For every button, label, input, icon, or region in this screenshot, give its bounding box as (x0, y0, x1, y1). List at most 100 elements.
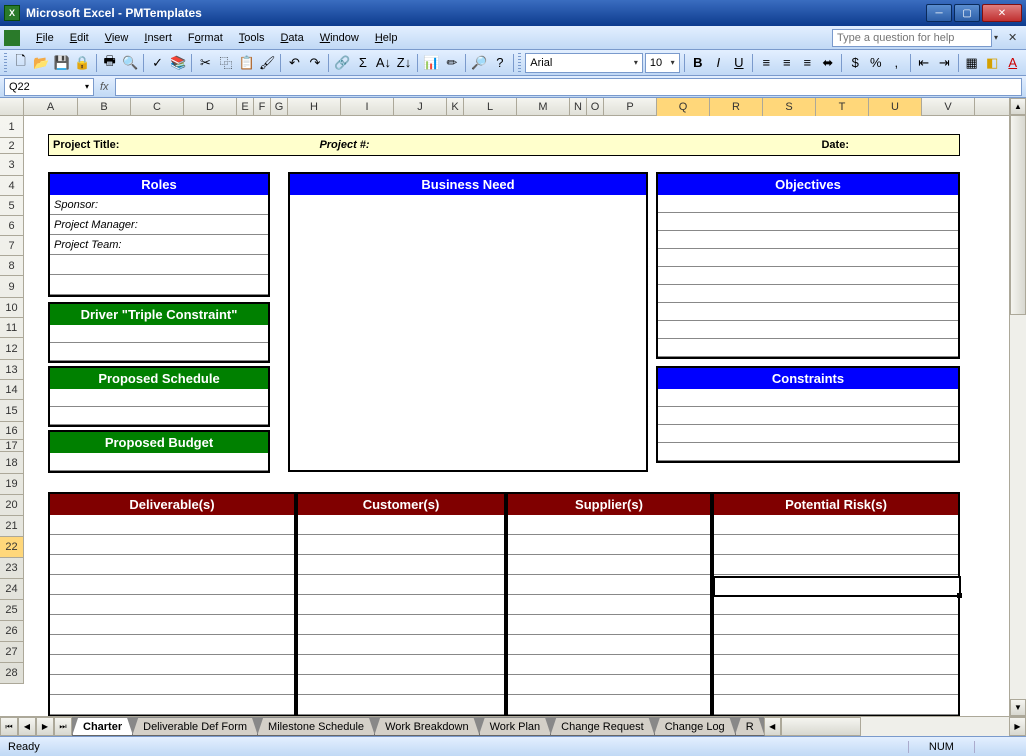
permission-icon[interactable]: 🔒 (73, 52, 92, 74)
column-header-D[interactable]: D (184, 98, 237, 116)
sheet-tab-r[interactable]: R (735, 718, 765, 736)
pm-row[interactable]: Project Manager: (50, 215, 268, 235)
help-icon[interactable]: ? (491, 52, 510, 74)
sheet-tab-work-plan[interactable]: Work Plan (479, 718, 552, 736)
column-header-U[interactable]: U (869, 98, 922, 116)
open-icon[interactable]: 📂 (32, 52, 51, 74)
help-dropdown-icon[interactable]: ▾ (992, 33, 1004, 42)
percent-icon[interactable]: % (867, 52, 886, 74)
column-header-I[interactable]: I (341, 98, 394, 116)
spelling-icon[interactable]: ✓ (148, 52, 167, 74)
project-header[interactable]: Project Title: Project #: Date: (48, 134, 960, 156)
tab-nav-first-icon[interactable]: ⏮ (0, 717, 18, 736)
print-preview-icon[interactable]: 🔍 (121, 52, 140, 74)
row-header-24[interactable]: 24 (0, 579, 24, 600)
row-header-18[interactable]: 18 (0, 452, 24, 474)
align-center-icon[interactable]: ≡ (778, 52, 797, 74)
drawing-icon[interactable]: ✏ (443, 52, 462, 74)
sheet-tab-change-request[interactable]: Change Request (550, 718, 655, 736)
row-header-20[interactable]: 20 (0, 495, 24, 516)
cut-icon[interactable]: ✂ (196, 52, 215, 74)
sheet-tab-work-breakdown[interactable]: Work Breakdown (374, 718, 480, 736)
column-header-P[interactable]: P (604, 98, 657, 116)
row-header-15[interactable]: 15 (0, 400, 24, 422)
row-header-5[interactable]: 5 (0, 196, 24, 216)
row-header-25[interactable]: 25 (0, 600, 24, 621)
column-header-K[interactable]: K (447, 98, 464, 116)
help-search-input[interactable] (832, 29, 992, 47)
column-header-Q[interactable]: Q (657, 98, 710, 116)
column-header-S[interactable]: S (763, 98, 816, 116)
row-header-13[interactable]: 13 (0, 360, 24, 380)
schedule-box[interactable]: Proposed Schedule (48, 366, 270, 427)
customers-box[interactable]: Customer(s) (296, 492, 506, 716)
column-header-O[interactable]: O (587, 98, 604, 116)
redo-icon[interactable]: ↷ (306, 52, 325, 74)
row-header-21[interactable]: 21 (0, 516, 24, 537)
close-button[interactable]: ✕ (982, 4, 1022, 22)
copy-icon[interactable]: ⿻ (217, 52, 236, 74)
menu-window[interactable]: Window (312, 29, 367, 47)
constraints-box[interactable]: Constraints (656, 366, 960, 463)
sort-asc-icon[interactable]: A↓ (374, 52, 393, 74)
name-box[interactable]: Q22▾ (4, 78, 94, 96)
scroll-left-icon[interactable]: ◀ (764, 717, 781, 736)
row-header-16[interactable]: 16 (0, 422, 24, 440)
select-all-corner[interactable] (0, 98, 24, 116)
scroll-up-icon[interactable]: ▲ (1010, 98, 1026, 115)
row-header-2[interactable]: 2 (0, 138, 24, 154)
merge-center-icon[interactable]: ⬌ (819, 52, 838, 74)
cells-area[interactable]: Project Title: Project #: Date: Roles Sp… (24, 116, 1009, 684)
bold-icon[interactable]: B (689, 52, 708, 74)
row-header-10[interactable]: 10 (0, 298, 24, 318)
new-icon[interactable]: 🗋 (11, 52, 30, 74)
row-header-4[interactable]: 4 (0, 176, 24, 196)
column-header-G[interactable]: G (271, 98, 288, 116)
sheet-tab-deliverable-def-form[interactable]: Deliverable Def Form (132, 718, 258, 736)
row-header-14[interactable]: 14 (0, 380, 24, 400)
menu-data[interactable]: Data (272, 29, 311, 47)
row-header-1[interactable]: 1 (0, 116, 24, 138)
menu-format[interactable]: Format (180, 29, 231, 47)
column-header-N[interactable]: N (570, 98, 587, 116)
menu-tools[interactable]: Tools (231, 29, 273, 47)
sheet-tab-change-log[interactable]: Change Log (654, 718, 736, 736)
formula-bar[interactable] (115, 78, 1022, 96)
schedule-blank-2[interactable] (50, 407, 268, 425)
maximize-button[interactable]: ▢ (954, 4, 980, 22)
risks-box[interactable]: Potential Risk(s) (712, 492, 960, 716)
column-header-B[interactable]: B (78, 98, 131, 116)
row-header-6[interactable]: 6 (0, 216, 24, 236)
row-header-28[interactable]: 28 (0, 663, 24, 684)
minimize-button[interactable]: ─ (926, 4, 952, 22)
schedule-blank-1[interactable] (50, 389, 268, 407)
driver-blank-1[interactable] (50, 325, 268, 343)
business-need-box[interactable]: Business Need (288, 172, 648, 472)
scroll-down-icon[interactable]: ▼ (1010, 699, 1026, 716)
column-header-R[interactable]: R (710, 98, 763, 116)
row-header-22[interactable]: 22 (0, 537, 24, 558)
column-header-F[interactable]: F (254, 98, 271, 116)
roles-blank-1[interactable] (50, 255, 268, 275)
row-header-7[interactable]: 7 (0, 236, 24, 256)
format-painter-icon[interactable]: 🖌 (258, 52, 277, 74)
row-header-12[interactable]: 12 (0, 338, 24, 360)
menu-help[interactable]: Help (367, 29, 406, 47)
toolbar-grip-2[interactable] (518, 53, 521, 73)
roles-blank-2[interactable] (50, 275, 268, 295)
undo-icon[interactable]: ↶ (285, 52, 304, 74)
menu-file[interactable]: File (28, 29, 62, 47)
objectives-box[interactable]: Objectives (656, 172, 960, 359)
tab-nav-next-icon[interactable]: ▶ (36, 717, 54, 736)
column-header-E[interactable]: E (237, 98, 254, 116)
fx-icon[interactable]: fx (94, 81, 115, 93)
row-header-19[interactable]: 19 (0, 474, 24, 495)
tab-nav-prev-icon[interactable]: ◀ (18, 717, 36, 736)
menu-insert[interactable]: Insert (136, 29, 180, 47)
decrease-indent-icon[interactable]: ⇤ (914, 52, 933, 74)
paste-icon[interactable]: 📋 (237, 52, 256, 74)
row-header-23[interactable]: 23 (0, 558, 24, 579)
mdi-close-button[interactable]: ✕ (1008, 31, 1022, 45)
suppliers-box[interactable]: Supplier(s) (506, 492, 712, 716)
budget-blank[interactable] (50, 453, 268, 471)
